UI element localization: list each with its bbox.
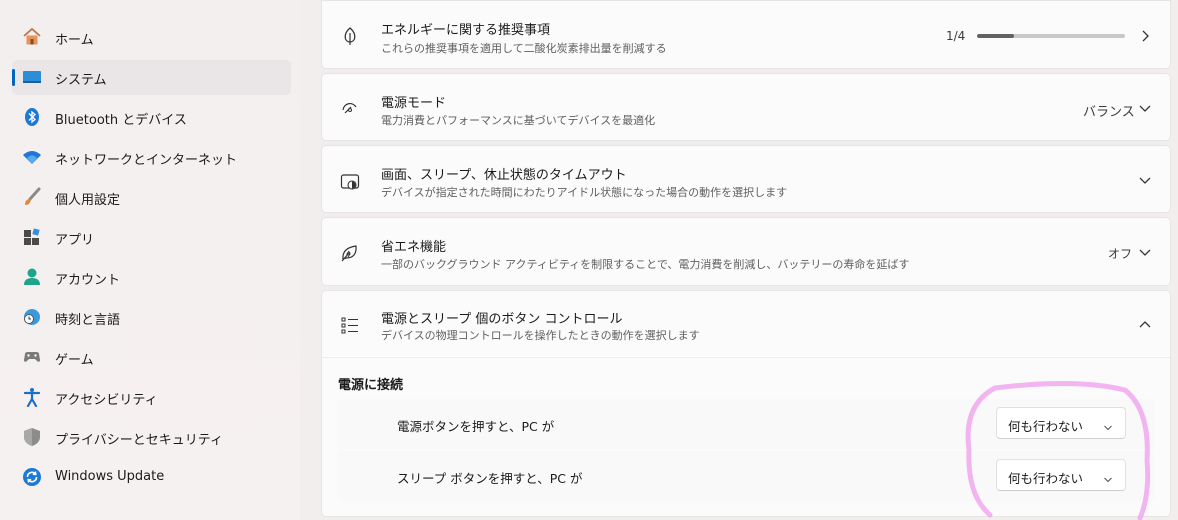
card-description: デバイスの物理コントロールを操作したときの動作を選択します (381, 329, 700, 342)
power-button-action-dropdown[interactable]: 何も行わない (996, 407, 1126, 439)
progress-count: 1/4 (946, 29, 966, 43)
card-description: 電力消費とパフォーマンスに基づいてデバイスを最適化 (381, 114, 656, 127)
power-button-action-row: 電源ボタンを押すと、PC が 何も行わない (337, 399, 1155, 449)
list-icon (338, 313, 362, 337)
card-description: 一部のバックグラウンド アクティビティを制限することで、電力消費を削減し、バッテ… (381, 258, 910, 271)
sleep-button-action-row: スリープ ボタンを押すと、PC が 何も行わない (337, 451, 1155, 501)
chevron-down-icon (1103, 470, 1113, 483)
section-heading-plugged-in: 電源に接続 (338, 378, 404, 393)
main-content: エネルギーに関する推奨事項 これらの推奨事項を適用して二酸化炭素排出量を削減する… (0, 0, 1178, 520)
screen-sleep-icon (338, 170, 362, 194)
card-title: 電源とスリープ 個のボタン コントロール (381, 312, 623, 327)
chevron-down-icon (1138, 101, 1152, 115)
card-title: 省エネ機能 (381, 240, 447, 255)
chevron-right-icon (1138, 29, 1152, 43)
row-label: スリープ ボタンを押すと、PC が (397, 471, 583, 486)
energy-saver-value[interactable]: オフ (1108, 245, 1132, 262)
chevron-down-icon (1103, 418, 1113, 431)
screen-sleep-timeout-card[interactable]: 画面、スリープ、休止状態のタイムアウト デバイスが指定された時間にわたりアイドル… (321, 145, 1171, 213)
chevron-down-icon (1138, 173, 1152, 187)
row-label: 電源ボタンを押すと、PC が (397, 419, 555, 434)
power-mode-card[interactable]: 電源モード 電力消費とパフォーマンスに基づいてデバイスを最適化 バランス (321, 73, 1171, 141)
energy-recommendations-card[interactable]: エネルギーに関する推奨事項 これらの推奨事項を適用して二酸化炭素排出量を削減する… (321, 0, 1171, 69)
power-mode-gauge-icon (338, 96, 362, 120)
power-mode-value[interactable]: バランス (1083, 101, 1135, 120)
power-button-controls-header[interactable]: 電源とスリープ 個のボタン コントロール デバイスの物理コントロールを操作したと… (322, 291, 1170, 358)
energy-saver-leaf-icon (338, 241, 362, 265)
chevron-down-icon (1138, 245, 1152, 259)
dropdown-value: 何も行わない (1008, 419, 1084, 434)
dropdown-value: 何も行わない (1008, 471, 1084, 486)
card-title: エネルギーに関する推奨事項 (381, 23, 551, 38)
progress-bar-fill (977, 34, 1014, 38)
progress-bar (977, 34, 1125, 38)
energy-saver-card[interactable]: 省エネ機能 一部のバックグラウンド アクティビティを制限することで、電力消費を削… (321, 217, 1171, 286)
leaf-icon (338, 24, 362, 48)
sleep-button-action-dropdown[interactable]: 何も行わない (996, 459, 1126, 491)
card-description: デバイスが指定された時間にわたりアイドル状態になった場合の動作を選択します (381, 186, 788, 199)
card-description: これらの推奨事項を適用して二酸化炭素排出量を削減する (381, 42, 667, 55)
chevron-up-icon (1138, 318, 1152, 332)
card-title: 画面、スリープ、休止状態のタイムアウト (381, 168, 627, 183)
card-title: 電源モード (381, 96, 447, 111)
